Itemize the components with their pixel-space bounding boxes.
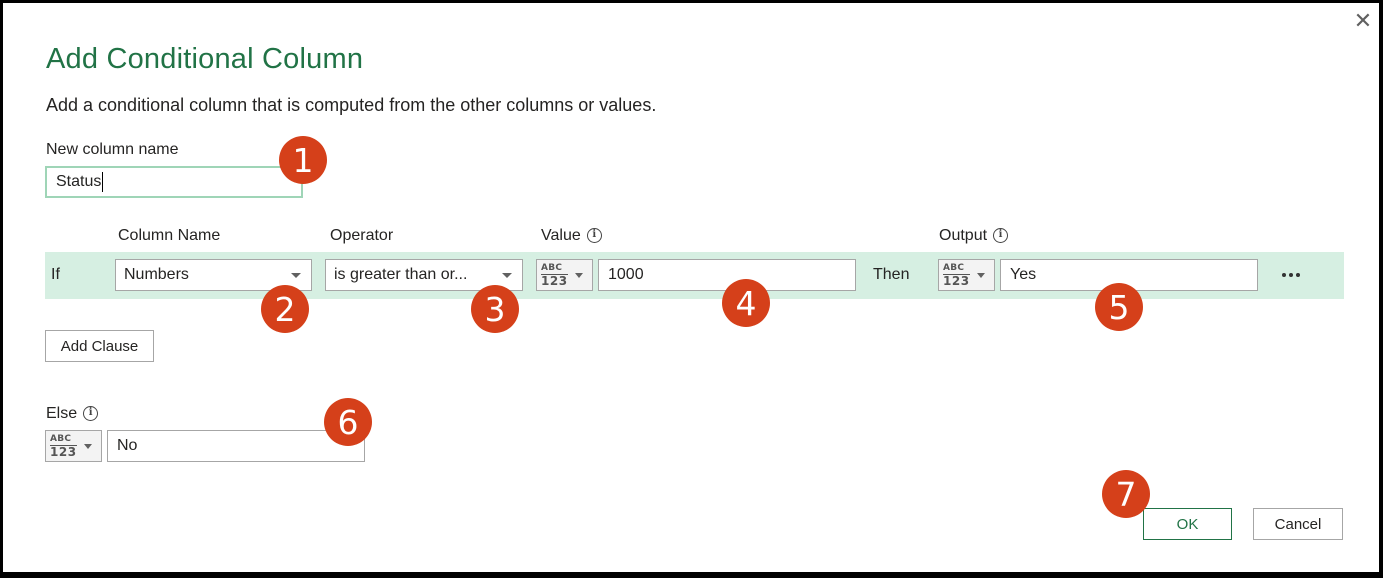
else-label: Else i <box>46 405 99 423</box>
chevron-down-icon <box>976 272 985 278</box>
chevron-down-icon <box>291 272 301 278</box>
close-icon[interactable]: ✕ <box>1352 10 1374 32</box>
text-caret <box>102 172 104 192</box>
else-label-text: Else <box>46 405 78 422</box>
then-label: Then <box>873 266 910 283</box>
annotation-badge: 7 <box>1102 470 1150 518</box>
new-column-name-input[interactable]: Status <box>45 166 303 198</box>
dot <box>1296 273 1300 277</box>
dot <box>1289 273 1293 277</box>
chevron-down-icon <box>83 443 92 449</box>
annotation-badge: 6 <box>324 398 372 446</box>
output-header: Output i <box>939 227 1009 245</box>
type-icon-bottom: 123 <box>541 273 568 288</box>
add-clause-button[interactable]: Add Clause <box>45 330 154 362</box>
value-input-text: 1000 <box>608 266 644 283</box>
value-type-selector[interactable]: ABC 123 <box>536 259 593 291</box>
output-type-selector[interactable]: ABC 123 <box>938 259 995 291</box>
type-icon-top: ABC <box>541 263 568 275</box>
new-column-name-value: Status <box>56 173 102 190</box>
info-icon[interactable]: i <box>586 228 602 244</box>
annotation-badge: 1 <box>279 136 327 184</box>
cancel-button[interactable]: Cancel <box>1253 508 1343 540</box>
annotation-badge: 3 <box>471 285 519 333</box>
dialog-description: Add a conditional column that is compute… <box>46 95 657 115</box>
any-type-icon: ABC 123 <box>943 263 970 288</box>
chevron-down-icon <box>502 272 512 278</box>
info-icon[interactable]: i <box>993 228 1009 244</box>
output-header-text: Output <box>939 227 988 244</box>
output-input-text: Yes <box>1010 266 1037 283</box>
value-header: Value i <box>541 227 602 245</box>
value-header-text: Value <box>541 227 581 244</box>
type-icon-top: ABC <box>50 434 77 446</box>
dialog-title: Add Conditional Column <box>46 43 364 75</box>
operator-header: Operator <box>330 227 394 244</box>
else-value-input[interactable]: No <box>107 430 365 462</box>
ok-button[interactable]: OK <box>1143 508 1232 540</box>
if-label: If <box>51 266 60 283</box>
any-type-icon: ABC 123 <box>541 263 568 288</box>
new-column-name-label: New column name <box>46 141 179 158</box>
operator-value: is greater than or... <box>334 266 468 283</box>
info-icon[interactable]: i <box>83 406 99 422</box>
else-type-selector[interactable]: ABC 123 <box>45 430 102 462</box>
annotation-badge: 5 <box>1095 283 1143 331</box>
chevron-down-icon <box>574 272 583 278</box>
dialog-window: ✕ Add Conditional Column Add a condition… <box>0 0 1383 578</box>
column-name-header: Column Name <box>118 227 221 244</box>
type-icon-top: ABC <box>943 263 970 275</box>
type-icon-bottom: 123 <box>943 273 970 288</box>
dot <box>1282 273 1286 277</box>
column-name-value: Numbers <box>124 266 189 283</box>
else-value-text: No <box>117 437 138 454</box>
annotation-badge: 2 <box>261 285 309 333</box>
type-icon-bottom: 123 <box>50 444 77 459</box>
ellipsis-icon[interactable] <box>1274 265 1308 285</box>
any-type-icon: ABC 123 <box>50 434 77 459</box>
annotation-badge: 4 <box>722 279 770 327</box>
